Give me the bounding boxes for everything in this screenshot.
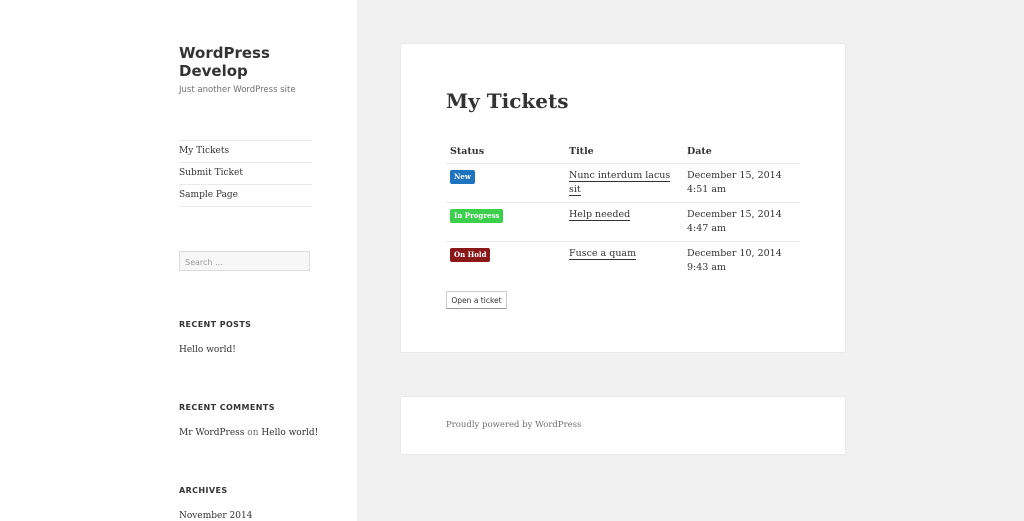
nav-item-sample-page[interactable]: Sample Page: [179, 185, 312, 207]
open-ticket-button[interactable]: Open a ticket: [446, 291, 507, 309]
table-row: In Progress Help needed December 15, 201…: [446, 203, 800, 242]
table-row: On Hold Fusce a quam December 10, 2014 9:…: [446, 242, 800, 280]
site-title[interactable]: WordPress Develop: [179, 44, 319, 80]
status-badge: New: [450, 170, 475, 184]
comment-on-label: on: [247, 428, 259, 438]
search-input[interactable]: Search …: [179, 251, 310, 271]
column-header-title: Title: [569, 146, 594, 157]
ticket-time: 9:43 am: [687, 262, 727, 273]
column-header-status: Status: [450, 146, 485, 157]
site-description: Just another WordPress site: [179, 85, 296, 95]
ticket-title-link[interactable]: Fusce a quam: [569, 248, 637, 260]
ticket-title-cell: Help needed: [569, 208, 681, 222]
footer-credit-link[interactable]: Proudly powered by WordPress: [446, 420, 581, 430]
ticket-date: December 15, 2014: [687, 209, 782, 220]
status-badge: In Progress: [450, 209, 504, 223]
site-footer: Proudly powered by WordPress: [401, 397, 845, 454]
comment-post-link[interactable]: Hello world!: [261, 428, 318, 438]
status-badge: On Hold: [450, 248, 491, 262]
comment-author-link[interactable]: Mr WordPress: [179, 428, 244, 438]
recent-posts-heading: RECENT POSTS: [179, 320, 252, 329]
recent-comments-heading: RECENT COMMENTS: [179, 403, 275, 412]
ticket-title-link[interactable]: Nunc interdum lacus sit: [569, 170, 671, 196]
ticket-title-cell: Fusce a quam: [569, 247, 681, 261]
ticket-date: December 15, 2014: [687, 170, 782, 181]
main-navigation: My Tickets Submit Ticket Sample Page: [179, 140, 312, 207]
nav-item-my-tickets[interactable]: My Tickets: [179, 141, 312, 163]
ticket-time: 4:47 am: [687, 223, 727, 234]
ticket-title-cell: Nunc interdum lacus sit: [569, 169, 681, 197]
nav-item-submit-ticket[interactable]: Submit Ticket: [179, 163, 312, 185]
ticket-title-link[interactable]: Help needed: [569, 209, 631, 221]
recent-comment: Mr WordPress on Hello world!: [179, 428, 318, 438]
tickets-card: My Tickets Status Title Date New Nunc in…: [401, 44, 845, 352]
archive-link[interactable]: November 2014: [179, 511, 252, 521]
archives-heading: ARCHIVES: [179, 486, 228, 495]
table-row: New Nunc interdum lacus sit December 15,…: [446, 164, 800, 203]
table-header: Status Title Date: [446, 144, 800, 164]
ticket-date: December 10, 2014: [687, 248, 782, 259]
ticket-date-cell: December 15, 2014 4:47 am: [687, 208, 797, 236]
page-title: My Tickets: [446, 89, 569, 113]
column-header-date: Date: [687, 146, 712, 157]
ticket-date-cell: December 10, 2014 9:43 am: [687, 247, 797, 275]
ticket-time: 4:51 am: [687, 184, 727, 195]
recent-post-link[interactable]: Hello world!: [179, 345, 236, 355]
ticket-date-cell: December 15, 2014 4:51 am: [687, 169, 797, 197]
tickets-table: Status Title Date New Nunc interdum lacu…: [446, 144, 800, 280]
sidebar: WordPress Develop Just another WordPress…: [0, 0, 357, 521]
